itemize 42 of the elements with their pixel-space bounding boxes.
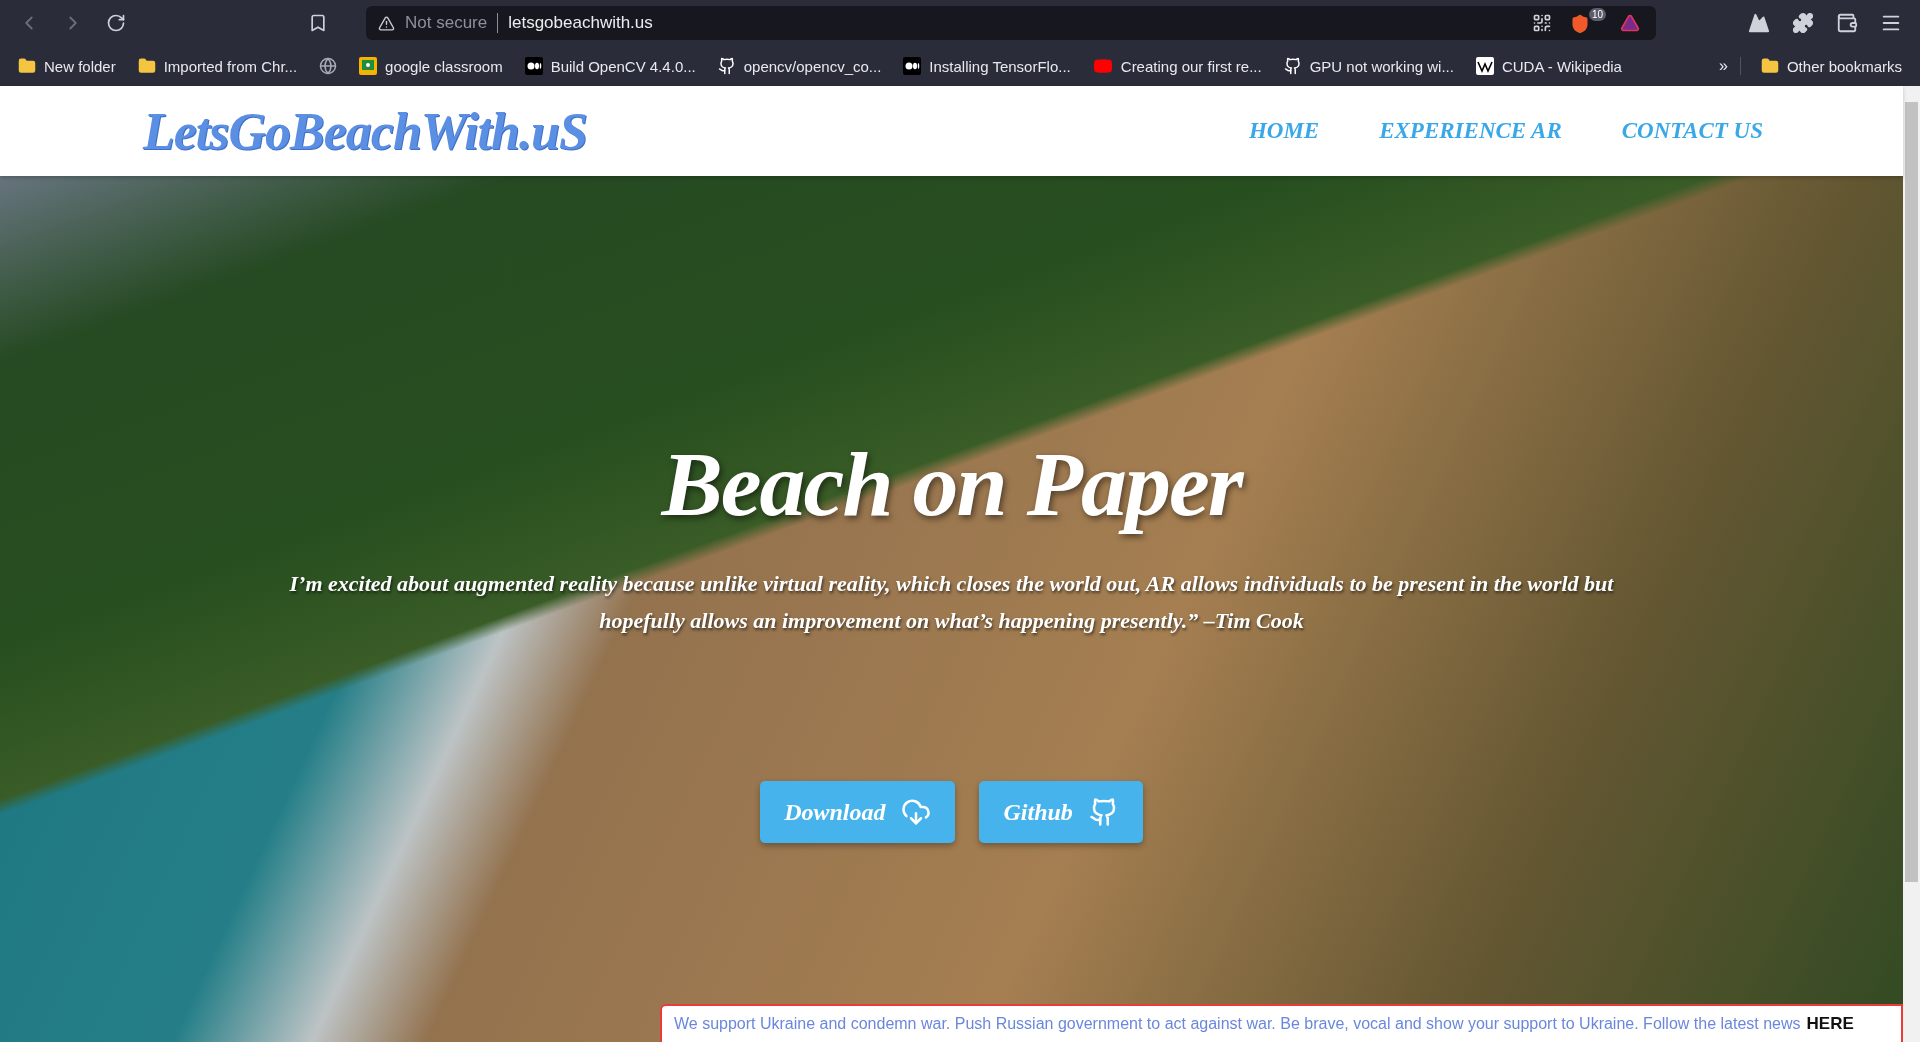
wikipedia-icon <box>1475 57 1494 75</box>
banner-link[interactable]: HERE <box>1806 1014 1854 1034</box>
cloud-download-icon <box>901 797 932 827</box>
cat-icon <box>1283 57 1302 75</box>
wallet-icon <box>1836 12 1858 34</box>
qr-code-icon <box>1532 13 1552 33</box>
dots-icon <box>524 57 543 75</box>
bookmark-item[interactable]: Creating our first re... <box>1084 52 1270 80</box>
bookmark-item[interactable]: New folder <box>10 53 124 79</box>
shields-count: 10 <box>1588 8 1606 21</box>
hero-quote: I’m excited about augmented reality because unlike virtual reality, which closes the world out, AR allows individuals to be present in the world but hopefully allows an improvement on what’s happening presently.” –Tim Cook <box>288 570 1615 635</box>
bookmark-icon <box>308 13 328 33</box>
bookmark-item[interactable]: Build OpenCV 4.4.0... <box>516 53 704 79</box>
dots-icon <box>903 57 922 75</box>
scrollbar-thumb[interactable] <box>1905 102 1918 882</box>
folder-icon <box>1760 57 1779 75</box>
url-text: letsgobeachwith.us <box>508 13 654 33</box>
bookmark-item[interactable]: Installing TensorFlo... <box>895 53 1079 79</box>
globe-icon <box>319 57 338 75</box>
lion-shield-icon <box>1570 14 1590 34</box>
folder-icon <box>137 57 156 75</box>
folder-icon <box>18 57 36 75</box>
shields-button[interactable]: 10 <box>1566 8 1606 38</box>
mountain-icon <box>1748 12 1770 34</box>
bookmark-item[interactable]: opencv/opencv_co... <box>709 53 890 79</box>
reload-icon <box>106 13 126 33</box>
hero-title: Beach on Paper <box>661 432 1242 537</box>
warning-icon <box>378 14 395 32</box>
classroom-icon <box>359 57 378 75</box>
bookmark-item[interactable]: google classroom <box>351 53 511 79</box>
bookmark-item[interactable]: Imported from Chr... <box>129 53 306 79</box>
other-bookmarks-item[interactable]: Other bookmarks <box>1752 53 1910 79</box>
bookmark-item[interactable]: GPU not working wi... <box>1275 53 1462 79</box>
banner-message: We support Ukraine and condemn war. Push Russian government to act against war. Be brave, vocal and show your support to Ukraine. Follow the latest news <box>674 1015 1801 1033</box>
cat-icon <box>717 57 736 75</box>
bookmarks-overflow-button[interactable]: » <box>1707 57 1741 75</box>
bookmark-item[interactable]: CUDA - Wikipedia <box>1467 53 1630 79</box>
scrollbar[interactable] <box>1903 86 1920 1042</box>
address-bar[interactable]: Not secure letsgobeachwith.us 10 <box>366 6 1656 40</box>
security-label: Not secure <box>405 13 499 33</box>
triangle-icon <box>1620 13 1640 33</box>
puzzle-icon <box>1792 12 1814 34</box>
